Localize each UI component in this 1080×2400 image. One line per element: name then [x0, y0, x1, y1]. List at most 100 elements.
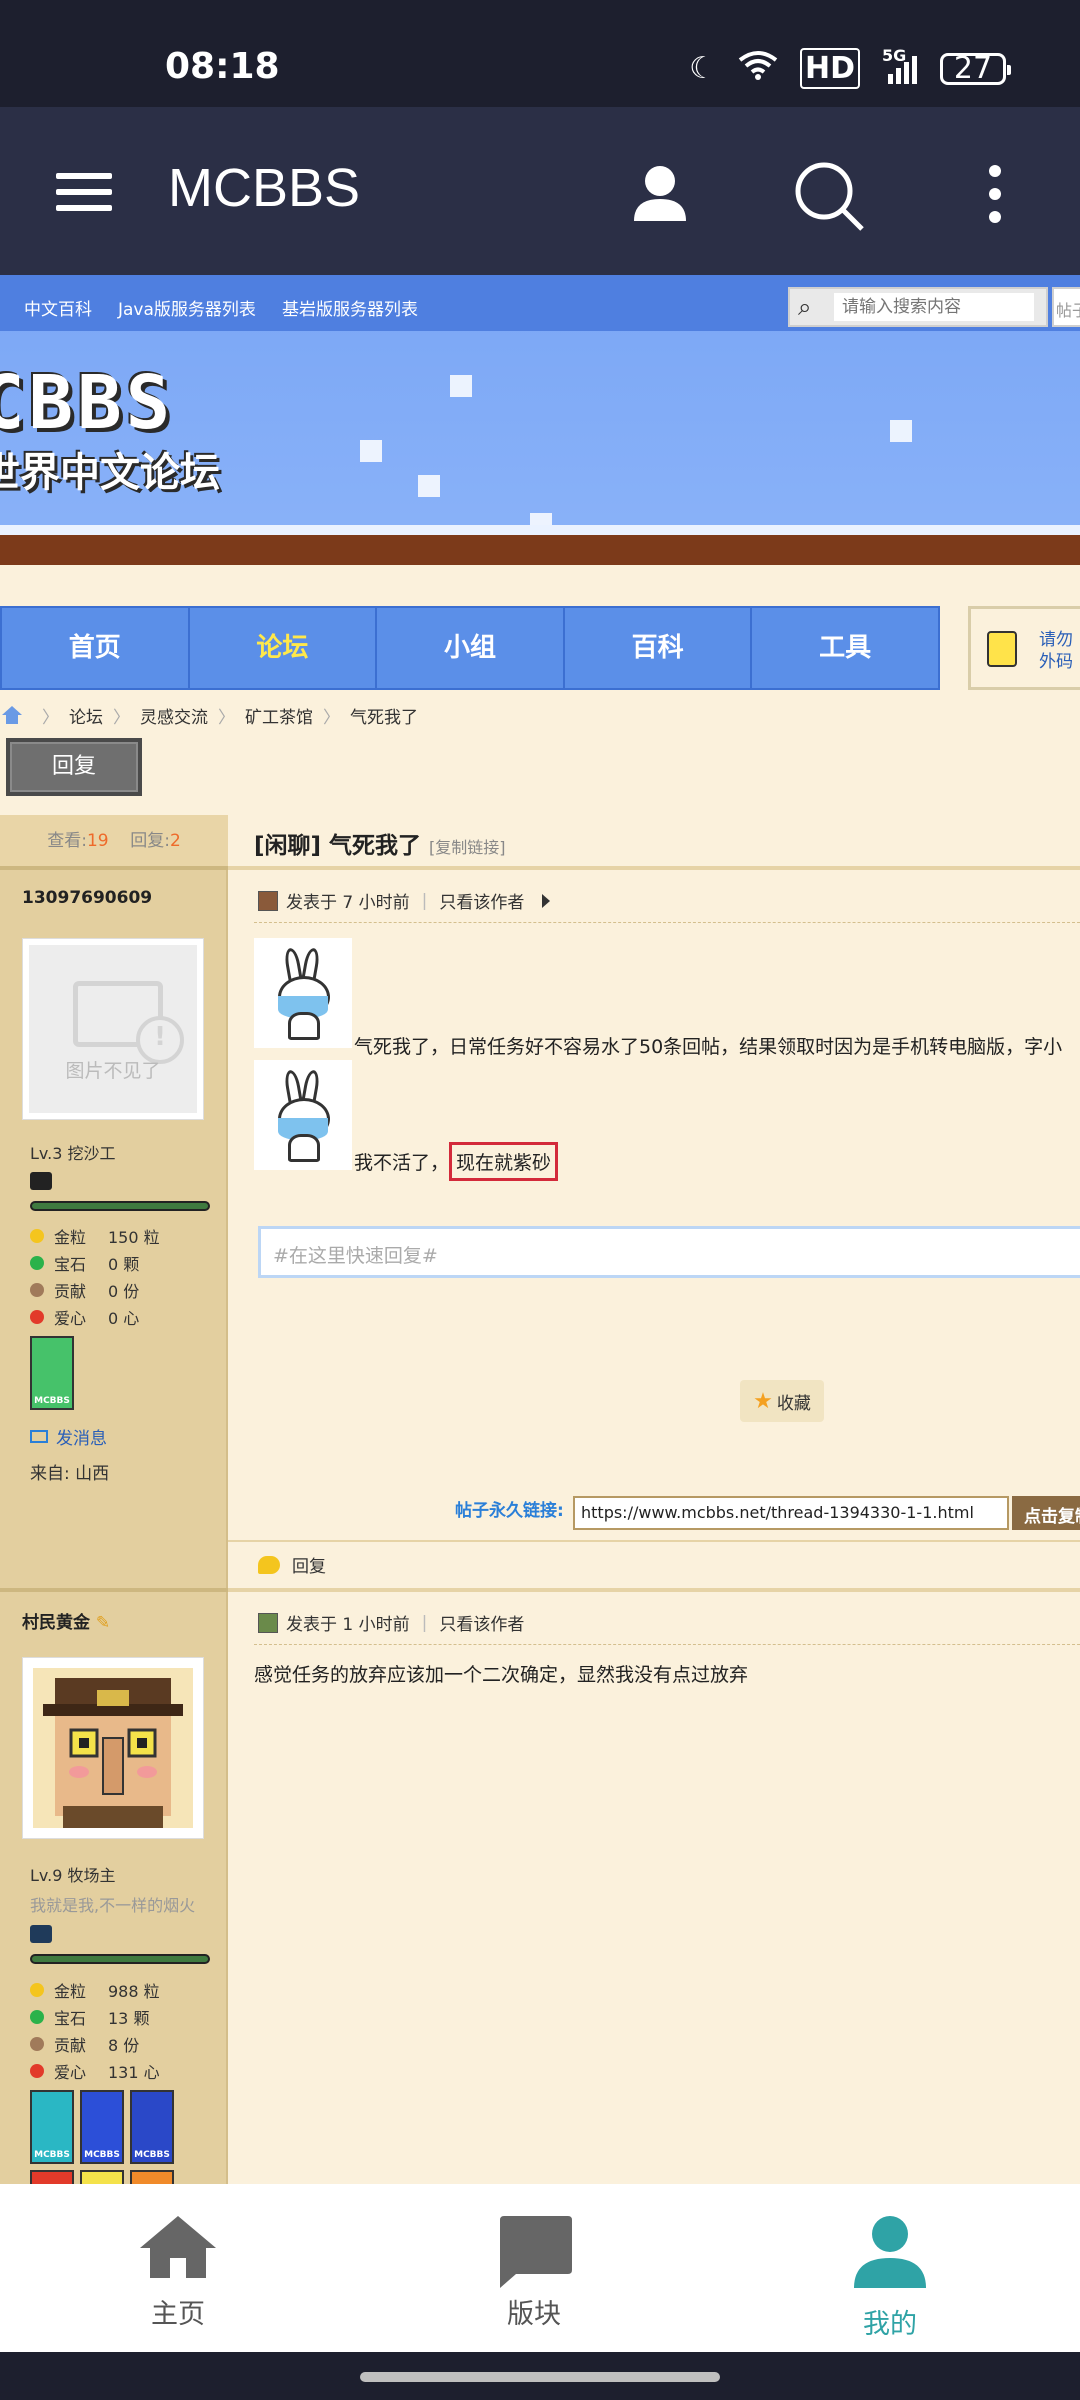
notice-box[interactable]: 请勿外码: [968, 606, 1080, 690]
copy-link[interactable]: [复制链接]: [429, 838, 506, 857]
nav-wiki[interactable]: 百科: [565, 608, 753, 688]
thread-title: [闲聊] 气死我了 [复制链接]: [254, 826, 506, 860]
nav-home[interactable]: 首页: [2, 608, 190, 688]
home-indicator[interactable]: [360, 2372, 720, 2382]
link-wiki[interactable]: 中文百科: [24, 295, 92, 320]
gold-icon: [30, 1983, 44, 1997]
author-mini-avatar: [258, 1612, 278, 1633]
post1-avatar[interactable]: 图片不见了: [22, 938, 204, 1120]
nav-groups[interactable]: 小组: [377, 608, 565, 688]
link-java-servers[interactable]: Java版服务器列表: [118, 295, 256, 320]
wifi-icon: [738, 50, 778, 88]
medal-label: MCBBS: [84, 2150, 120, 2160]
stat-love: 爱心 0 心: [30, 1305, 139, 1329]
post1-reply-link[interactable]: 回复: [258, 1552, 326, 1577]
notice-text: 请勿外码: [1039, 630, 1073, 672]
breadcrumb-separator: 〉: [42, 707, 59, 728]
stat-label: 金粒: [54, 1982, 87, 2001]
pig-medal-icon[interactable]: MCBBS: [30, 1336, 74, 1410]
favorite-label: 收藏: [776, 1393, 811, 1414]
hd-icon: HD: [799, 48, 860, 89]
reply-button[interactable]: 回复: [6, 738, 142, 796]
divider: [228, 1588, 1080, 1592]
moon-icon: ☾: [689, 51, 716, 86]
post1-line2-prefix: 我不活了，: [354, 1152, 450, 1174]
home-icon: [138, 2214, 218, 2280]
logo-subtext: 世界中文论坛: [0, 450, 220, 496]
breadcrumb-teahouse[interactable]: 矿工茶馆: [245, 703, 313, 728]
reply-label: 回复: [292, 1557, 326, 1577]
post2-author[interactable]: 村民黄金 ✎: [22, 1608, 110, 1633]
copy-link-button[interactable]: 点击复制: [1012, 1496, 1080, 1530]
gesture-bar: [0, 2352, 1080, 2400]
only-author-link[interactable]: 只看该作者: [439, 888, 524, 913]
medal-icon[interactable]: MCBBS: [30, 2090, 74, 2164]
missing-image-icon: [73, 981, 184, 1064]
stat-gem: 宝石 13 颗: [30, 2005, 149, 2029]
post1-author[interactable]: 13097690609: [22, 888, 152, 908]
more-options-icon[interactable]: [980, 165, 1010, 225]
quick-reply-input[interactable]: #在这里快速回复#: [258, 1226, 1080, 1278]
stat-gold: 金粒 150 粒: [30, 1224, 160, 1248]
caret-right-icon[interactable]: [542, 893, 551, 908]
xp-bar: [30, 1201, 210, 1211]
stat-label: 贡献: [54, 1282, 87, 1301]
medal-icon[interactable]: [130, 2170, 174, 2184]
stat-value: 0 颗: [108, 1255, 140, 1274]
medal-icon[interactable]: MCBBS: [130, 2090, 174, 2164]
link-bedrock-servers[interactable]: 基岩版服务器列表: [282, 295, 418, 320]
search-scope-select[interactable]: 帖子: [1052, 287, 1080, 327]
heart-icon: [30, 2064, 44, 2078]
breadcrumb-forum[interactable]: 论坛: [69, 703, 103, 728]
post1-meta: 发表于 7 小时前 | 只看该作者: [258, 888, 551, 913]
medal-icon[interactable]: [30, 2170, 74, 2184]
user-icon[interactable]: [630, 163, 690, 225]
permalink-field[interactable]: https://www.mcbbs.net/thread-1394330-1-1…: [573, 1496, 1009, 1530]
breadcrumb-inspiration[interactable]: 灵感交流: [140, 703, 208, 728]
bottom-nav-mine[interactable]: 我的: [810, 2214, 970, 2341]
gem-icon: [30, 2010, 44, 2024]
logo-text: CBBS: [0, 360, 175, 446]
battery-icon: 27: [940, 52, 1011, 85]
nav-tools[interactable]: 工具: [752, 608, 938, 688]
post-time: 发表于 7 小时前: [286, 893, 410, 913]
search-icon[interactable]: ⌕: [798, 293, 811, 321]
views-label: 查看:: [47, 831, 87, 851]
bottom-nav-home[interactable]: 主页: [98, 2214, 258, 2331]
breadcrumb: 〉 论坛 〉 灵感交流 〉 矿工茶馆 〉 气死我了: [0, 700, 418, 730]
bottom-nav-boards[interactable]: 版块: [454, 2214, 614, 2331]
send-message-link[interactable]: 发消息: [30, 1424, 107, 1449]
nav-forum[interactable]: 论坛: [190, 608, 378, 688]
post2-author-name: 村民黄金: [22, 1613, 90, 1633]
stat-label: 金粒: [54, 1228, 87, 1247]
medal-icon[interactable]: MCBBS: [80, 2090, 124, 2164]
meta-separator: |: [421, 1612, 428, 1633]
chat-bubble-icon: [494, 2214, 574, 2288]
only-author-link[interactable]: 只看该作者: [439, 1610, 524, 1635]
favorite-button[interactable]: ★ 收藏: [740, 1380, 824, 1422]
search-icon[interactable]: [790, 157, 870, 237]
menu-icon[interactable]: [56, 173, 112, 211]
snowflake: [450, 375, 472, 397]
stat-value: 0 心: [108, 1309, 140, 1328]
stat-gem: 宝石 0 颗: [30, 1251, 139, 1275]
stat-label: 爱心: [54, 2063, 87, 2082]
post1-line2: 我不活了， 现在就紫砂: [354, 1142, 559, 1181]
post-time: 发表于 1 小时前: [286, 1615, 410, 1635]
snowflake: [418, 475, 440, 497]
stat-label: 宝石: [54, 1255, 87, 1274]
post2-signature: 我就是我,不一样的烟火: [30, 1896, 196, 1915]
breadcrumb-thread[interactable]: 气死我了: [350, 703, 418, 728]
rank-badge-icon: [30, 1172, 52, 1190]
dotted-divider: [254, 1644, 1080, 1645]
banner-search-input[interactable]: [834, 293, 1034, 321]
stat-value: 131 心: [108, 2063, 160, 2082]
medal-icon[interactable]: [80, 2170, 124, 2184]
rank-badge-icon: [30, 1925, 52, 1943]
breadcrumb-separator: 〉: [218, 707, 235, 728]
home-icon[interactable]: [2, 706, 22, 724]
banner-search: ⌕: [788, 287, 1048, 327]
post2-avatar[interactable]: [22, 1657, 204, 1839]
thread-stats: 查看:19 回复:2: [0, 815, 228, 867]
envelope-icon: [30, 1430, 48, 1443]
